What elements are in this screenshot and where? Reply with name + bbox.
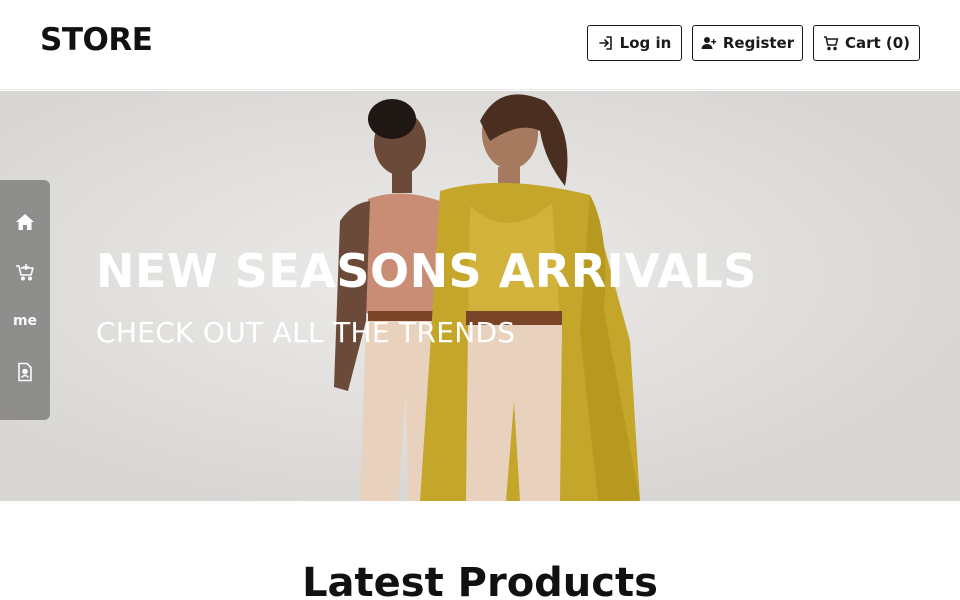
hero-title: NEW SEASONS ARRIVALS [96,244,757,298]
register-button[interactable]: Register [692,25,803,61]
hero-banner: NEW SEASONS ARRIVALS CHECK OUT ALL THE T… [0,91,960,501]
brand-logo[interactable]: STORE [40,22,153,58]
home-icon [16,214,34,230]
login-button[interactable]: Log in [587,25,682,61]
rail-me-button[interactable]: me [0,301,50,341]
cart-icon [823,35,839,51]
latest-products-heading: Latest Products [302,560,658,600]
side-nav-rail: me [0,180,50,420]
user-plus-icon [701,35,717,51]
register-label: Register [722,34,795,52]
rail-cart-button[interactable] [0,252,50,292]
top-navbar: STORE Log in Register Cart (0) [0,0,960,90]
sign-in-icon [598,35,614,51]
me-logo: me [12,313,38,329]
cart-button[interactable]: Cart (0) [813,25,920,61]
hero-subtitle: CHECK OUT ALL THE TRENDS [96,316,516,349]
store-page: STORE Log in Register Cart (0) NEW SEASO… [0,0,960,600]
login-label: Log in [619,34,672,52]
rail-home-button[interactable] [0,202,50,242]
contact-card-icon [18,362,32,382]
rail-contact-button[interactable] [0,352,50,392]
cart-plus-icon [16,264,34,281]
cart-label: Cart (0) [844,34,911,52]
